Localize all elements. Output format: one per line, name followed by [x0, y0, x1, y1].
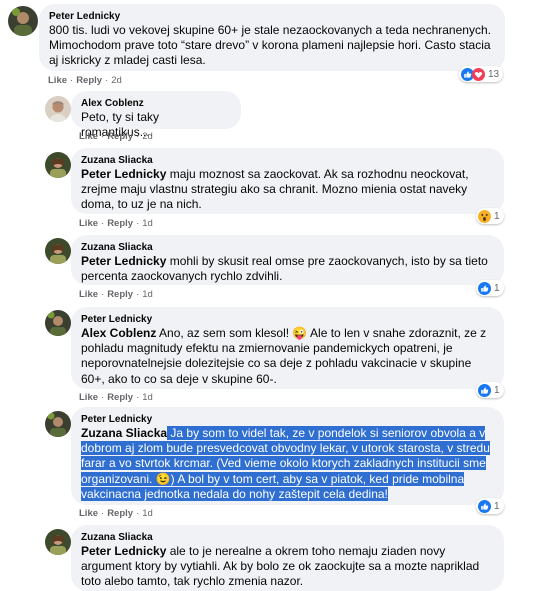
- comment-bubble: Peter Lednicky Alex Coblenz Ano, az sem …: [71, 307, 504, 389]
- avatar[interactable]: [8, 6, 38, 36]
- reaction-count: 13: [488, 68, 500, 80]
- comment-bubble: Alex Coblenz Peto, ty si taky romantikus…: [71, 91, 241, 139]
- timestamp[interactable]: 1d: [142, 508, 153, 519]
- reply-link[interactable]: Reply: [107, 131, 133, 142]
- comment-actions: Like · Reply · 2d: [79, 131, 153, 142]
- comment-author[interactable]: Zuzana Sliacka: [81, 154, 494, 167]
- avatar[interactable]: [45, 529, 71, 555]
- mention-link[interactable]: Zuzana Sliacka: [81, 426, 167, 440]
- reaction-count: 1: [494, 384, 500, 396]
- comment-author[interactable]: Zuzana Sliacka: [81, 531, 494, 544]
- wow-reaction-icon: [478, 209, 491, 223]
- like-link[interactable]: Like: [79, 218, 98, 229]
- comment-text: Peter Lednicky maju moznost sa zaockovat…: [81, 167, 494, 213]
- avatar[interactable]: [45, 152, 71, 178]
- reaction-count: 1: [494, 282, 500, 294]
- reaction-summary[interactable]: 1: [476, 382, 504, 398]
- timestamp[interactable]: 1d: [142, 392, 153, 403]
- timestamp[interactable]: 2d: [111, 75, 122, 86]
- mention-link[interactable]: Peter Lednicky: [81, 167, 166, 181]
- reaction-summary[interactable]: 1: [476, 280, 504, 296]
- reply-link[interactable]: Reply: [107, 289, 133, 300]
- comment-author[interactable]: Alex Coblenz: [81, 97, 231, 110]
- comment-bubble: Peter Lednicky Zuzana Sliacka Ja by som …: [71, 407, 504, 505]
- like-reaction-icon: [478, 499, 491, 513]
- winking-emoji-icon: 😉: [155, 471, 171, 486]
- winking-tongue-emoji-icon: 😜: [292, 326, 308, 340]
- like-link[interactable]: Like: [79, 131, 98, 142]
- comment-actions: Like · Reply · 1d: [79, 392, 153, 403]
- timestamp[interactable]: 1d: [142, 218, 153, 229]
- avatar[interactable]: [45, 310, 71, 336]
- reply-link[interactable]: Reply: [107, 392, 133, 403]
- comment-text: 800 tis. ludi vo vekovej skupine 60+ je …: [49, 23, 491, 68]
- comment-bubble: Zuzana Sliacka Peter Lednicky mohli by s…: [71, 235, 504, 285]
- like-link[interactable]: Like: [79, 392, 98, 403]
- reply-link[interactable]: Reply: [107, 508, 133, 519]
- comment-author[interactable]: Zuzana Sliacka: [81, 241, 494, 254]
- comment-bubble: Zuzana Sliacka Peter Lednicky ale to je …: [71, 525, 504, 591]
- comment-author[interactable]: Peter Lednicky: [49, 10, 495, 23]
- avatar[interactable]: [45, 96, 71, 122]
- comment-text: Alex Coblenz Ano, az sem som klesol! 😜 A…: [81, 326, 494, 387]
- comment-bubble: Zuzana Sliacka Peter Lednicky maju mozno…: [71, 148, 504, 214]
- comment-author[interactable]: Peter Lednicky: [81, 313, 494, 326]
- avatar[interactable]: [45, 411, 71, 437]
- comment-author[interactable]: Peter Lednicky: [81, 413, 494, 426]
- comment-actions: Like · Reply · 1d: [79, 289, 153, 300]
- mention-link[interactable]: Peter Lednicky: [81, 254, 166, 268]
- like-reaction-icon: [478, 281, 491, 295]
- mention-link[interactable]: Alex Coblenz: [81, 326, 156, 340]
- reply-link[interactable]: Reply: [76, 75, 102, 86]
- comment-text: Peter Lednicky ale to je nerealne a okre…: [81, 544, 494, 590]
- reaction-count: 1: [494, 210, 500, 222]
- reaction-summary[interactable]: 1: [476, 208, 504, 224]
- reaction-count: 1: [494, 500, 500, 512]
- like-link[interactable]: Like: [48, 75, 67, 86]
- love-reaction-icon: [472, 67, 485, 81]
- like-link[interactable]: Like: [79, 289, 98, 300]
- comment-text: Peter Lednicky mohli by skusit real omse…: [81, 254, 494, 284]
- reaction-summary[interactable]: 13: [459, 66, 504, 82]
- comment-bubble: Peter Lednicky 800 tis. ludi vo vekovej …: [39, 4, 505, 71]
- mention-link[interactable]: Peter Lednicky: [81, 544, 166, 558]
- avatar[interactable]: [45, 238, 71, 264]
- comment-text: Zuzana Sliacka Ja by som to videl tak, z…: [81, 426, 494, 502]
- comment-actions: Like · Reply · 2d: [48, 75, 122, 86]
- timestamp[interactable]: 1d: [142, 289, 153, 300]
- like-link[interactable]: Like: [79, 508, 98, 519]
- comment-text-content: Ano, az sem som klesol!: [156, 326, 293, 340]
- comment-actions: Like · Reply · 1d: [79, 218, 153, 229]
- timestamp[interactable]: 2d: [142, 131, 153, 142]
- reaction-summary[interactable]: 1: [476, 498, 504, 514]
- reply-link[interactable]: Reply: [107, 218, 133, 229]
- comment-actions: Like · Reply · 1d: [79, 508, 153, 519]
- like-reaction-icon: [478, 383, 491, 397]
